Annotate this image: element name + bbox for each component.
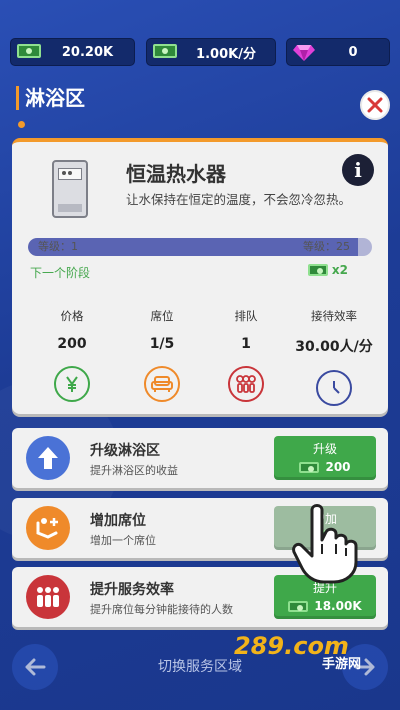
stat-label: 排队 (234, 309, 258, 323)
svg-text:手游网: 手游网 (322, 656, 361, 670)
cash-icon (299, 461, 320, 473)
seat-add-icon (26, 506, 70, 550)
gem-balance: 0 (286, 38, 390, 66)
section-title: 淋浴区 (16, 86, 85, 110)
yen-icon (54, 366, 90, 402)
arrow-up-icon (26, 436, 70, 480)
cost-value: 18.00K (314, 599, 362, 613)
cash-icon (17, 44, 41, 60)
stat-seats: 席位 1/5 (122, 308, 202, 402)
button-cost: 200 (274, 460, 376, 474)
button-label: 升级 (312, 442, 337, 456)
close-icon (367, 97, 383, 113)
gem-value: 0 (348, 44, 358, 60)
button-cost: 18.00K (274, 599, 376, 613)
cash-icon (153, 44, 177, 60)
upgrade-desc: 提升席位每分钟能接待的人数 (90, 603, 233, 616)
svg-text:289.com: 289.com (234, 632, 349, 660)
currency-bar: 20.20K 1.00K/分 0 (0, 38, 400, 66)
facility-card: 恒温热水器 让水保持在恒定的温度，不会忽冷忽热。 i 等级：1 等级：25 下一… (12, 138, 388, 414)
upgrade-title: 提升服务效率 (90, 582, 174, 598)
multiplier-value: x2 (331, 263, 348, 277)
facility-description: 让水保持在恒定的温度，不会忽冷忽热。 (126, 192, 352, 207)
cash-icon (307, 264, 328, 276)
stat-label: 接待效率 (311, 309, 357, 323)
info-icon: i (354, 158, 362, 182)
people-icon (228, 366, 264, 402)
upgrade-desc: 提升淋浴区的收益 (90, 464, 178, 477)
facility-name: 恒温热水器 (126, 162, 226, 186)
stat-value: 30.00人/分 (295, 339, 373, 355)
stat-value: 1 (241, 336, 251, 352)
upgrade-title: 升级淋浴区 (90, 443, 160, 459)
tutorial-hand-icon (292, 504, 358, 584)
upgrade-desc: 增加一个席位 (90, 534, 156, 547)
upgrade-area-row: 升级淋浴区 提升淋浴区的收益 升级 200 (12, 428, 388, 488)
site-watermark-logo: 289.com 手游网 (234, 632, 361, 670)
info-button[interactable]: i (342, 154, 374, 186)
cash-icon (288, 600, 309, 612)
multiplier-reward: x2 (307, 263, 348, 277)
stat-label: 席位 (150, 309, 174, 323)
stat-value: 200 (57, 336, 87, 352)
section-indicator-dot (18, 121, 25, 128)
upgrade-area-button[interactable]: 升级 200 (274, 436, 376, 480)
stat-price: 价格 200 (32, 308, 112, 402)
stat-efficiency: 接待效率 30.00人/分 (294, 308, 374, 406)
stat-queue: 排队 1 (206, 308, 286, 402)
stat-value: 1/5 (149, 336, 175, 352)
level-max-label: 等级：25 (303, 240, 350, 253)
close-button[interactable] (360, 90, 390, 120)
stat-label: 价格 (60, 309, 84, 323)
cash-balance: 20.20K (10, 38, 135, 66)
income-value: 1.00K/分 (196, 46, 256, 62)
level-progress-bar: 等级：1 等级：25 (28, 238, 372, 256)
cost-value: 200 (325, 460, 351, 474)
level-current-label: 等级：1 (38, 240, 78, 253)
water-heater-icon (52, 160, 88, 218)
gem-icon (293, 44, 317, 61)
sofa-icon (144, 366, 180, 402)
next-stage-label: 下一个阶段 (30, 266, 91, 280)
upgrade-title: 增加席位 (90, 513, 146, 529)
staff-icon (26, 575, 70, 619)
clock-icon (316, 370, 352, 406)
cash-value: 20.20K (61, 44, 114, 60)
income-rate: 1.00K/分 (146, 38, 276, 66)
